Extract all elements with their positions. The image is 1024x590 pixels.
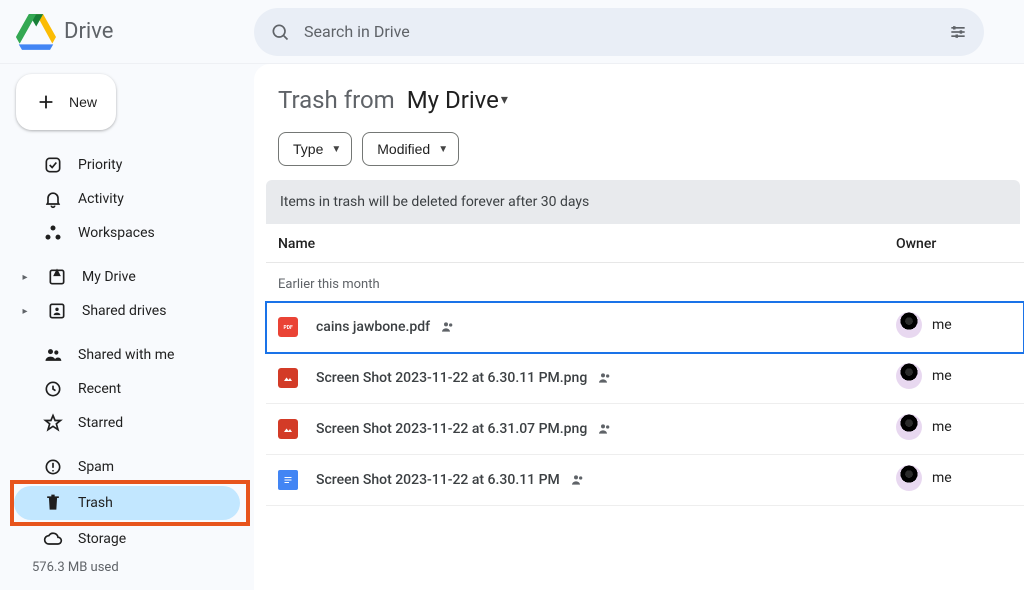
priority-icon — [42, 155, 64, 175]
chevron-right-icon[interactable]: ▸ — [18, 306, 32, 317]
clock-icon — [42, 379, 64, 399]
column-owner[interactable]: Owner — [884, 224, 1024, 263]
pdf-icon: PDF — [278, 317, 298, 337]
people-icon — [42, 345, 64, 365]
new-button[interactable]: New — [16, 74, 116, 130]
sidebar-item-shared-drives[interactable]: ▸ Shared drives — [14, 294, 246, 328]
sidebar-item-activity[interactable]: Activity — [14, 182, 246, 216]
search-options-icon[interactable] — [946, 20, 970, 44]
cloud-icon — [42, 529, 64, 549]
file-list: Name Owner Earlier this month PDF cains … — [266, 224, 1024, 506]
scope-dropdown[interactable]: My Drive ▾ — [407, 86, 508, 114]
trash-info-banner: Items in trash will be deleted forever a… — [266, 180, 1020, 224]
sidebar-item-shared-with-me[interactable]: Shared with me — [14, 338, 246, 372]
sidebar-item-label: My Drive — [82, 269, 136, 285]
sidebar-item-spam[interactable]: Spam — [14, 450, 246, 484]
owner-label: me — [932, 470, 952, 486]
shared-icon — [570, 472, 586, 488]
sidebar-item-storage[interactable]: Storage — [14, 522, 246, 556]
new-button-label: New — [69, 94, 97, 110]
table-row[interactable]: Screen Shot 2023-11-22 at 6.30.11 PM.png… — [266, 353, 1024, 404]
column-name[interactable]: Name — [266, 224, 884, 263]
scope-label: My Drive — [407, 86, 499, 114]
sidebar-item-label: Starred — [78, 415, 123, 431]
chip-label: Type — [293, 141, 323, 157]
sidebar-item-workspaces[interactable]: Workspaces — [14, 216, 246, 250]
group-label: Earlier this month — [266, 263, 1024, 303]
page-title: Trash from My Drive ▾ — [254, 82, 1024, 132]
sidebar-item-label: Storage — [78, 531, 126, 547]
avatar — [896, 312, 922, 338]
sidebar-item-label: Spam — [78, 459, 114, 475]
plus-icon — [35, 91, 57, 113]
sidebar-item-my-drive[interactable]: ▸ My Drive — [14, 260, 246, 294]
table-row[interactable]: Screen Shot 2023-11-22 at 6.30.11 PM me — [266, 455, 1024, 506]
chevron-right-icon[interactable]: ▸ — [18, 272, 32, 283]
table-row[interactable]: PDF cains jawbone.pdf me — [266, 302, 1024, 353]
sidebar-item-label: Shared with me — [78, 347, 174, 363]
search-bar[interactable]: Search in Drive — [254, 8, 984, 56]
sidebar: New Priority Activity Workspaces — [0, 64, 254, 590]
shared-drives-icon — [46, 301, 68, 321]
svg-text:PDF: PDF — [284, 325, 293, 331]
avatar — [896, 414, 922, 440]
file-name: Screen Shot 2023-11-22 at 6.30.11 PM.png — [316, 370, 587, 386]
drive-logo-icon — [16, 12, 56, 52]
owner-label: me — [932, 368, 952, 384]
group-header: Earlier this month — [266, 263, 1024, 303]
chevron-down-icon: ▾ — [501, 92, 508, 108]
shared-icon — [597, 370, 613, 386]
owner-label: me — [932, 317, 952, 333]
shared-icon — [597, 421, 613, 437]
sidebar-item-label: Shared drives — [82, 303, 166, 319]
sidebar-item-label: Trash — [78, 495, 113, 511]
bell-icon — [42, 189, 64, 209]
filter-modified[interactable]: Modified ▼ — [362, 132, 459, 166]
filter-type[interactable]: Type ▼ — [278, 132, 352, 166]
chip-label: Modified — [377, 141, 430, 157]
sidebar-item-label: Priority — [78, 157, 122, 173]
header: Drive Search in Drive — [0, 0, 1024, 64]
trash-icon — [42, 493, 64, 513]
workspaces-icon — [42, 223, 64, 243]
logo-area[interactable]: Drive — [16, 12, 254, 52]
file-name: cains jawbone.pdf — [316, 319, 430, 335]
storage-used-text: 576.3 MB used — [32, 560, 246, 575]
title-prefix: Trash from — [278, 86, 395, 114]
folder-icon — [46, 267, 68, 287]
main-content: Trash from My Drive ▾ Type ▼ Modified ▼ … — [254, 64, 1024, 590]
spam-icon — [42, 457, 64, 477]
sidebar-item-trash[interactable]: Trash — [14, 484, 246, 522]
sidebar-item-label: Workspaces — [78, 225, 155, 241]
sidebar-item-label: Activity — [78, 191, 124, 207]
shared-icon — [440, 319, 456, 335]
sidebar-item-priority[interactable]: Priority — [14, 148, 246, 182]
sidebar-item-starred[interactable]: Starred — [14, 406, 246, 440]
chevron-down-icon: ▼ — [438, 144, 448, 155]
file-name: Screen Shot 2023-11-22 at 6.31.07 PM.png — [316, 421, 587, 437]
avatar — [896, 465, 922, 491]
sidebar-item-recent[interactable]: Recent — [14, 372, 246, 406]
image-icon — [278, 368, 298, 388]
app-name: Drive — [64, 19, 113, 44]
table-header-row: Name Owner — [266, 224, 1024, 263]
file-name: Screen Shot 2023-11-22 at 6.30.11 PM — [316, 472, 560, 488]
image-icon — [278, 419, 298, 439]
chevron-down-icon: ▼ — [331, 144, 341, 155]
owner-label: me — [932, 419, 952, 435]
search-icon[interactable] — [268, 20, 292, 44]
star-icon — [42, 413, 64, 433]
table-row[interactable]: Screen Shot 2023-11-22 at 6.31.07 PM.png… — [266, 404, 1024, 455]
avatar — [896, 363, 922, 389]
search-input[interactable]: Search in Drive — [304, 22, 934, 41]
sidebar-item-label: Recent — [78, 381, 121, 397]
doc-icon — [278, 470, 298, 490]
